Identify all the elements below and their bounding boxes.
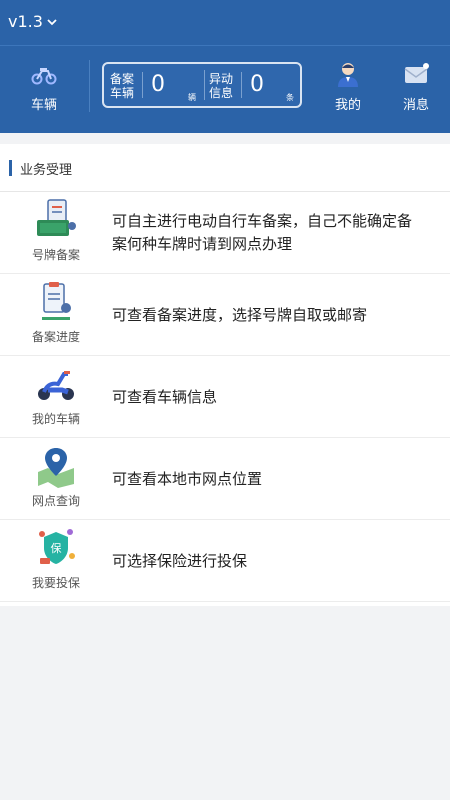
abnormal-unit: 条 [286,93,294,102]
filed-label-1: 备案 [110,72,135,86]
stat-divider [241,72,242,98]
section-header: 业务受理 [0,144,450,192]
nav-vehicle[interactable]: 车辆 [14,60,74,113]
service-row-license-register[interactable]: 号牌备案 可自主进行电动自行车备案，自己不能确定备案何种车牌时请到网点办理 [0,192,450,274]
service-label: 我要投保 [31,576,80,590]
service-icon-wrap: 保 我要投保 [22,526,90,591]
service-description: 可查看备案进度，选择号牌自取或邮寄 [112,306,368,324]
service-icon-wrap: 网点查询 [22,444,90,509]
nav-separator [89,60,90,112]
service-icon-wrap: 号牌备案 [22,198,90,263]
service-description: 可查看本地市网点位置 [112,470,263,488]
svg-text:保: 保 [51,541,62,555]
service-row-progress[interactable]: 备案进度 可查看备案进度，选择号牌自取或邮寄 [0,274,450,356]
vehicle-icon [31,68,57,85]
nav-vehicle-label: 车辆 [30,98,57,113]
section-title: 业务受理 [20,163,73,178]
filed-count: 0 [151,72,165,97]
abnormal-label-2: 信息 [209,86,234,100]
stat-divider [204,70,205,100]
stats-card[interactable]: 备案 车辆 0 辆 异动 信息 0 条 [102,62,302,108]
filed-label-2: 车辆 [110,86,135,100]
service-label: 我的车辆 [31,412,80,426]
service-icon-wrap: 备案进度 [22,280,90,345]
service-description: 可查看车辆信息 [112,388,218,406]
service-row-outlet-search[interactable]: 网点查询 可查看本地市网点位置 [0,438,450,520]
license-plate-register-icon [37,199,76,236]
header-divider [0,45,450,46]
service-description: 可选择保险进行投保 [112,552,248,570]
filed-unit: 辆 [188,93,196,102]
service-label: 号牌备案 [31,248,80,262]
app-header: v1.3 车辆 备案 车辆 0 辆 异动 信息 0 条 我的 消息 [0,0,450,133]
service-row-my-vehicle[interactable]: 我的车辆 可查看车辆信息 [0,356,450,438]
progress-clipboard-icon [42,282,71,320]
map-pin-icon [38,448,74,488]
version-selector[interactable]: v1.3 [8,12,58,31]
scooter-icon [38,371,74,400]
service-row-insurance[interactable]: 保 我要投保 可选择保险进行投保 [0,520,450,602]
message-icon [404,63,429,83]
service-icon-wrap: 我的车辆 [22,362,90,427]
abnormal-label-1: 异动 [209,72,234,86]
nav-mine[interactable]: 我的 [318,60,378,113]
section-accent-bar [9,160,12,176]
version-label: v1.3 [8,12,43,31]
user-avatar-icon [338,63,358,87]
service-description: 可自主进行电动自行车备案，自己不能确定备案何种车牌时请到网点办理 [112,212,413,253]
service-label: 备案进度 [31,330,80,344]
business-section: 业务受理 号牌备案 可自主进行电动自行车备案，自己不能确定备案何种车牌时请到网点… [0,144,450,606]
nav-messages[interactable]: 消息 [386,60,446,113]
stat-divider [142,72,143,98]
nav-mine-label: 我的 [334,98,361,113]
insurance-shield-icon: 保 [39,529,75,564]
abnormal-count: 0 [250,72,264,97]
chevron-down-icon [47,18,57,25]
service-label: 网点查询 [31,494,80,508]
nav-messages-label: 消息 [402,98,429,113]
